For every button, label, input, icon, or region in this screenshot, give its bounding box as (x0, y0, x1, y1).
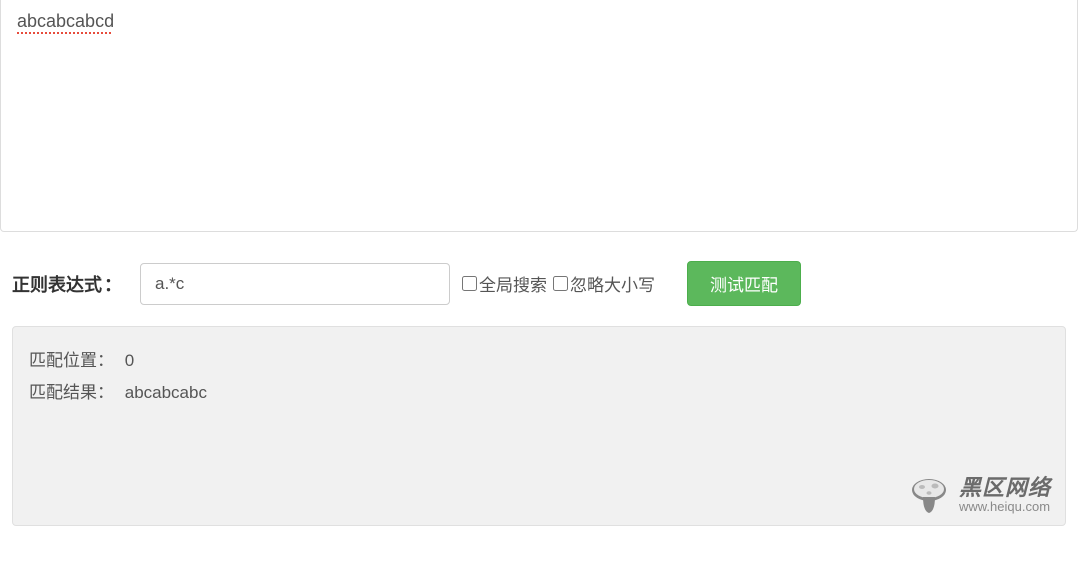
test-string-container: abcabcabcd (0, 0, 1078, 237)
test-match-button[interactable]: 测试匹配 (687, 261, 801, 306)
global-search-checkbox[interactable] (462, 276, 477, 291)
match-result-label: 匹配结果： (29, 377, 114, 409)
match-result-value: abcabcabc (125, 377, 207, 409)
ignore-case-checkbox[interactable] (553, 276, 568, 291)
ignore-case-label: 忽略大小写 (570, 271, 655, 296)
match-position-value: 0 (125, 345, 134, 377)
regex-controls-row: 正则表达式： 全局搜索 忽略大小写 测试匹配 (0, 237, 1078, 326)
match-result-row: 匹配结果： abcabcabc (29, 377, 1049, 409)
checkbox-group: 全局搜索 忽略大小写 (462, 271, 659, 296)
watermark: 黑区网络 www.heiqu.com (907, 473, 1051, 517)
watermark-title: 黑区网络 (959, 476, 1051, 500)
regex-pattern-input[interactable] (140, 263, 450, 305)
watermark-text: 黑区网络 www.heiqu.com (959, 476, 1051, 514)
global-search-option[interactable]: 全局搜索 (462, 271, 547, 296)
regex-label: 正则表达式： (12, 271, 122, 297)
mushroom-icon (907, 473, 951, 517)
global-search-label: 全局搜索 (479, 271, 547, 296)
result-panel: 匹配位置： 0 匹配结果： abcabcabc 黑区网络 www.heiqu.c… (12, 326, 1066, 526)
watermark-url: www.heiqu.com (959, 500, 1051, 514)
test-string-input[interactable]: abcabcabcd (0, 0, 1078, 232)
match-position-row: 匹配位置： 0 (29, 345, 1049, 377)
ignore-case-option[interactable]: 忽略大小写 (553, 271, 655, 296)
match-position-label: 匹配位置： (29, 345, 114, 377)
